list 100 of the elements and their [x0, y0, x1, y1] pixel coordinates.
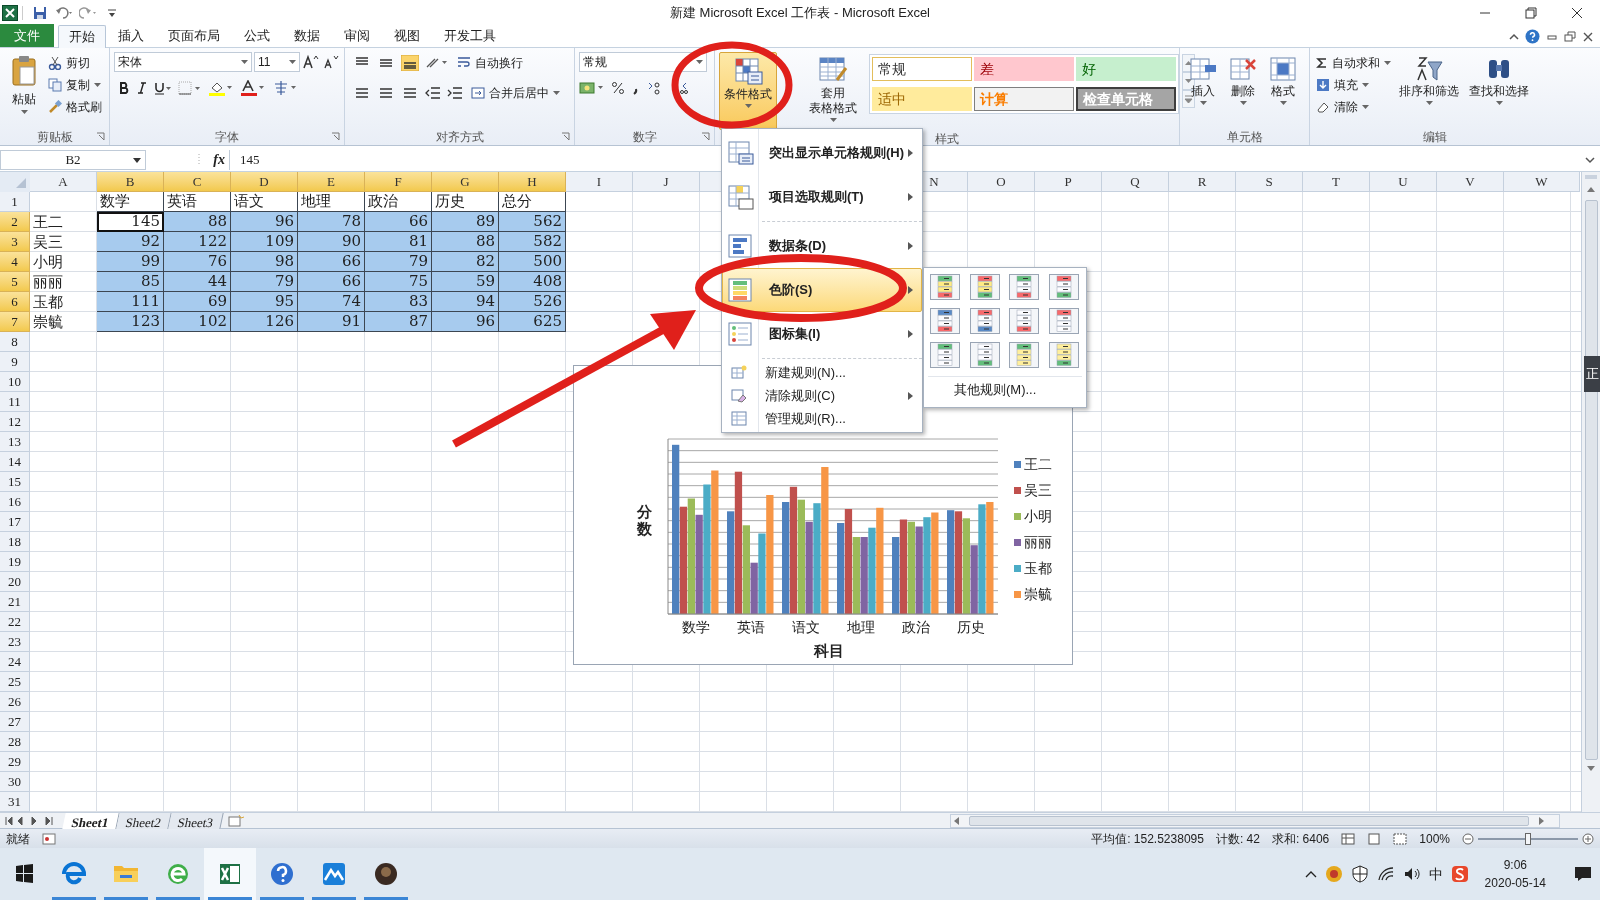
- spreadsheet-app-icon[interactable]: [204, 848, 256, 900]
- accounting-format-icon[interactable]: [579, 80, 605, 96]
- column-header[interactable]: E: [298, 172, 365, 192]
- ribbon-tab[interactable]: 页面布局: [156, 24, 232, 47]
- column-header[interactable]: I: [566, 172, 633, 192]
- menu-item[interactable]: 其他规则(M)...: [928, 377, 1082, 403]
- customize-dropdown-icon[interactable]: [107, 6, 117, 19]
- color-scale-option-icon[interactable]: [969, 308, 1000, 334]
- row-header[interactable]: 14: [0, 452, 30, 472]
- ribbon-tab[interactable]: 审阅: [332, 24, 382, 47]
- formula-input[interactable]: 145: [234, 149, 704, 170]
- row-header[interactable]: 8: [0, 332, 30, 352]
- column-header[interactable]: B: [97, 172, 164, 192]
- row-header[interactable]: 31: [0, 792, 30, 812]
- row-header[interactable]: 10: [0, 372, 30, 392]
- sheet-tab[interactable]: Sheet3: [168, 812, 225, 829]
- ribbon-tab[interactable]: 数据: [282, 24, 332, 47]
- help-icon[interactable]: [1525, 29, 1540, 44]
- color-scale-option-icon[interactable]: [1009, 274, 1039, 300]
- row-header[interactable]: 9: [0, 352, 30, 372]
- number-format-field[interactable]: 常规: [579, 52, 707, 72]
- menu-item[interactable]: 突出显示单元格规则(H): [722, 131, 922, 175]
- menu-item[interactable]: 色阶(S): [722, 268, 922, 312]
- macro-record-icon[interactable]: [42, 832, 56, 845]
- column-header[interactable]: H: [499, 172, 566, 192]
- column-header[interactable]: O: [968, 172, 1035, 192]
- row-header[interactable]: 3: [0, 232, 30, 252]
- menu-item[interactable]: 图标集(I): [722, 312, 922, 356]
- column-header[interactable]: Q: [1102, 172, 1169, 192]
- align-right-icon[interactable]: [401, 85, 419, 101]
- row-header[interactable]: 1: [0, 192, 30, 212]
- align-center-icon[interactable]: [377, 85, 395, 101]
- page-break-view-icon[interactable]: [1393, 832, 1408, 845]
- cell-style-swatch[interactable]: 差: [974, 57, 1074, 81]
- slider-thumb[interactable]: [1525, 832, 1531, 845]
- fill-button[interactable]: 填充: [1314, 74, 1393, 96]
- merge-center-button[interactable]: 合并后居中: [469, 82, 562, 104]
- ribbon-tab[interactable]: 插入: [106, 24, 156, 47]
- cell-style-swatch[interactable]: 适中: [872, 87, 972, 111]
- row-header[interactable]: 28: [0, 732, 30, 752]
- row-header[interactable]: 4: [0, 252, 30, 272]
- column-header[interactable]: T: [1303, 172, 1370, 192]
- column-header[interactable]: J: [633, 172, 700, 192]
- column-header[interactable]: F: [365, 172, 432, 192]
- row-header[interactable]: 21: [0, 592, 30, 612]
- align-left-icon[interactable]: [353, 85, 371, 101]
- column-header[interactable]: G: [432, 172, 499, 192]
- sogou-s-icon[interactable]: [1450, 865, 1469, 883]
- delete-cells-button[interactable]: 删除: [1224, 52, 1262, 106]
- cell-style-swatch[interactable]: 好: [1076, 57, 1176, 81]
- row-header[interactable]: 23: [0, 632, 30, 652]
- grow-font-icon[interactable]: [302, 54, 320, 70]
- row-header[interactable]: 16: [0, 492, 30, 512]
- row-header[interactable]: 5: [0, 272, 30, 292]
- fill-color-icon[interactable]: [208, 80, 234, 96]
- name-box[interactable]: B2: [0, 149, 146, 170]
- column-header[interactable]: R: [1169, 172, 1236, 192]
- row-header[interactable]: 26: [0, 692, 30, 712]
- zoom-in-icon[interactable]: [1582, 832, 1594, 845]
- color-scale-option-icon[interactable]: [969, 274, 1000, 300]
- row-header[interactable]: 11: [0, 392, 30, 412]
- clear-button[interactable]: 清除: [1314, 96, 1393, 118]
- color-scale-option-icon[interactable]: [1009, 308, 1039, 334]
- row-header[interactable]: 12: [0, 412, 30, 432]
- font-name-field[interactable]: 宋体: [114, 52, 252, 72]
- zoom-slider[interactable]: [1478, 832, 1578, 845]
- sheet-tab[interactable]: Sheet2: [116, 812, 172, 829]
- color-scale-option-icon[interactable]: [930, 274, 960, 300]
- bold-icon[interactable]: [118, 81, 130, 95]
- column-header[interactable]: D: [231, 172, 298, 192]
- row-header[interactable]: 25: [0, 672, 30, 692]
- row-header[interactable]: 2: [0, 212, 30, 232]
- color-scale-option-icon[interactable]: [930, 308, 960, 334]
- row-header[interactable]: 18: [0, 532, 30, 552]
- zoom-out-icon[interactable]: [1462, 832, 1474, 845]
- page-layout-view-icon[interactable]: [1367, 832, 1382, 845]
- increase-indent-icon[interactable]: [447, 85, 463, 101]
- column-header[interactable]: A: [30, 172, 97, 192]
- color-scale-option-icon[interactable]: [969, 342, 1000, 368]
- menu-item[interactable]: 数据条(D): [722, 224, 922, 268]
- color-scale-option-icon[interactable]: [1048, 342, 1079, 368]
- row-header[interactable]: 13: [0, 432, 30, 452]
- collapse-ribbon-icon[interactable]: [1509, 31, 1519, 42]
- phonetic-guide-icon[interactable]: [272, 80, 298, 96]
- dialog-launcher-icon[interactable]: [331, 132, 340, 141]
- ribbon-tab[interactable]: 视图: [382, 24, 432, 47]
- undo-icon[interactable]: [55, 5, 75, 20]
- color-scale-option-icon[interactable]: [930, 342, 960, 368]
- clock[interactable]: 9:06 2020-05-14: [1476, 856, 1554, 892]
- menu-item[interactable]: 管理规则(R)...: [722, 407, 922, 430]
- insert-function-button[interactable]: fx: [213, 149, 225, 170]
- ribbon-tab[interactable]: 开发工具: [432, 24, 508, 47]
- wifi-icon[interactable]: [1376, 866, 1395, 882]
- row-header[interactable]: 29: [0, 752, 30, 772]
- dialog-launcher-icon[interactable]: [561, 132, 570, 141]
- column-header[interactable]: W: [1504, 172, 1580, 192]
- chevron-up-icon[interactable]: [1304, 869, 1317, 879]
- ribbon-tab[interactable]: 开始: [58, 25, 106, 48]
- row-header[interactable]: 24: [0, 652, 30, 672]
- row-header[interactable]: 17: [0, 512, 30, 532]
